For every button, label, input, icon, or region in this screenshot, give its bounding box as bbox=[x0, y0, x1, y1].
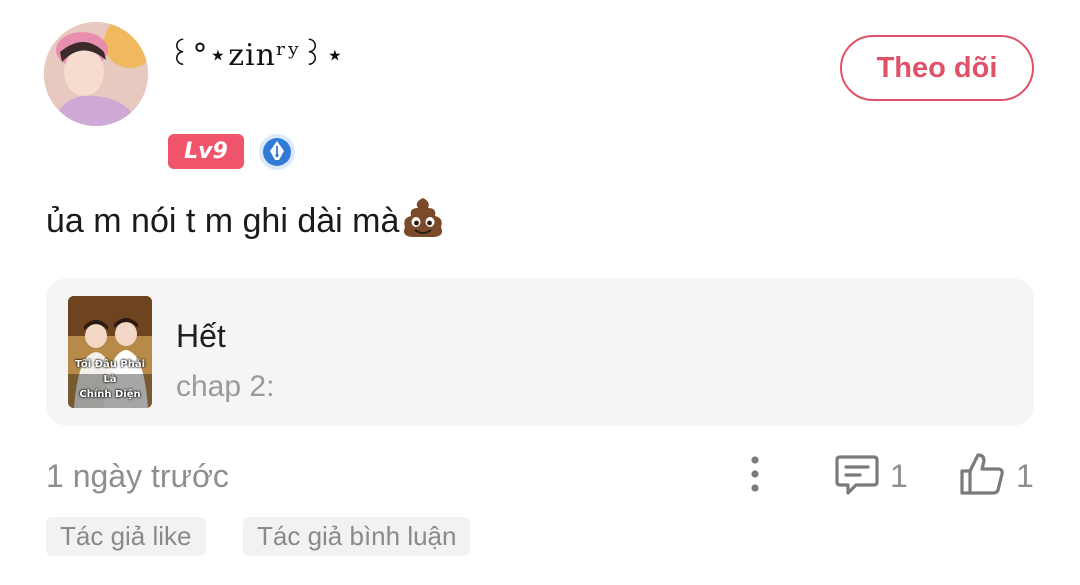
cover-title-line1: Tôi Đâu Phải Là bbox=[74, 359, 145, 385]
like-count: 1 bbox=[1016, 458, 1034, 494]
tag-author-liked: Tác giả like bbox=[46, 517, 206, 556]
cover-title-line2: Chính Diện bbox=[79, 389, 141, 400]
username[interactable]: ꒰°⋆zinʳʸ꒱⋆ bbox=[168, 34, 345, 73]
more-vertical-icon[interactable] bbox=[745, 454, 765, 494]
comment-icon[interactable] bbox=[834, 453, 880, 497]
avatar-image bbox=[44, 22, 148, 126]
linked-chapter-card[interactable]: Tôi Đâu Phải Là Chính Diện Hết chap 2: bbox=[46, 278, 1034, 426]
poop-emoji-icon bbox=[401, 196, 445, 247]
comic-cover-title: Tôi Đâu Phải Là Chính Diện bbox=[68, 357, 152, 402]
pen-nib-badge-icon bbox=[258, 133, 296, 171]
comment-count: 1 bbox=[890, 458, 908, 494]
comment-item: ꒰°⋆zinʳʸ꒱⋆ Theo dõi Lv9 ủa m nói t m ghi… bbox=[0, 0, 1080, 585]
avatar[interactable] bbox=[44, 22, 148, 126]
comic-cover[interactable]: Tôi Đâu Phải Là Chính Diện bbox=[68, 296, 152, 408]
card-title: Hết bbox=[176, 318, 226, 354]
level-badge: Lv9 bbox=[168, 134, 244, 169]
comment-text: ủa m nói t m ghi dài mà bbox=[46, 196, 445, 247]
thumbs-up-icon[interactable] bbox=[958, 451, 1006, 497]
tag-author-commented: Tác giả bình luận bbox=[243, 517, 471, 556]
comment-body: ủa m nói t m ghi dài mà bbox=[46, 202, 400, 240]
card-subtitle: chap 2: bbox=[176, 370, 275, 403]
follow-button[interactable]: Theo dõi bbox=[840, 35, 1034, 101]
timestamp: 1 ngày trước bbox=[46, 458, 229, 494]
